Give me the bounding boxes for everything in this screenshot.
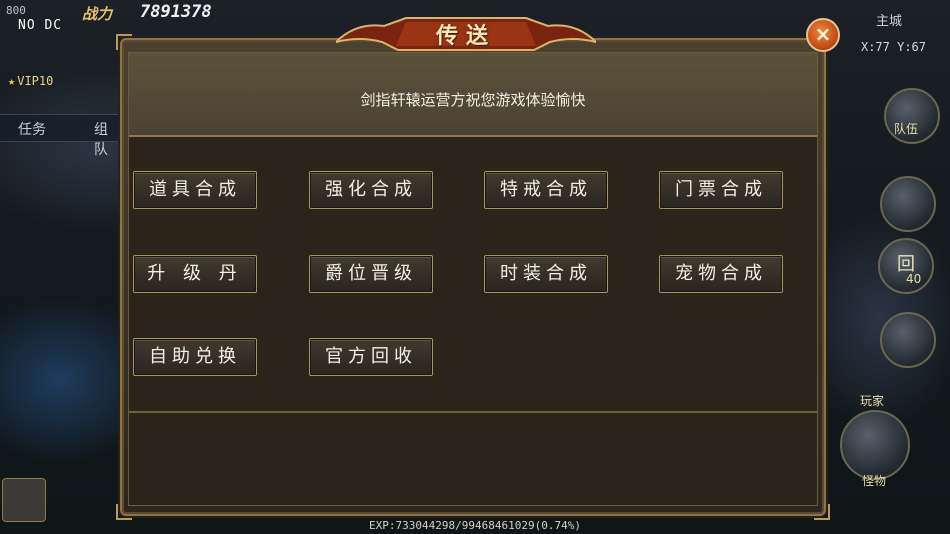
return-count: 40: [906, 272, 922, 286]
frame-corner: [814, 504, 830, 520]
quest-tab-bar: 任务 组队: [0, 114, 118, 158]
title-promotion-button[interactable]: 爵位晋级: [309, 255, 433, 293]
team-label: 队伍: [894, 122, 919, 136]
power-label: 战力: [82, 5, 113, 23]
top-counter: 800: [6, 4, 26, 17]
main-attack-button[interactable]: [840, 410, 910, 480]
teleport-dialog: 剑指轩辕运营方祝您游戏体验愉快 道具合成 强化合成 特戒合成 门票合成 升 级 …: [112, 16, 840, 526]
close-button[interactable]: ×: [806, 18, 840, 52]
connection-status: NO DC: [18, 18, 63, 33]
star-icon: ★: [8, 74, 16, 88]
special-ring-synthesis-button[interactable]: 特戒合成: [484, 171, 608, 209]
zone-name: 主城: [875, 14, 902, 29]
dialog-body: 剑指轩辕运营方祝您游戏体验愉快 道具合成 强化合成 特戒合成 门票合成 升 级 …: [128, 52, 818, 506]
level-pill-button[interactable]: 升 级 丹: [133, 255, 257, 293]
attack-skill-button[interactable]: [880, 312, 936, 368]
frame-corner: [116, 504, 132, 520]
divider: [129, 411, 817, 413]
play-label[interactable]: 玩家: [860, 392, 884, 409]
enhance-synthesis-button[interactable]: 强化合成: [309, 171, 433, 209]
chat-icon[interactable]: [2, 478, 46, 522]
item-synthesis-button[interactable]: 道具合成: [133, 171, 257, 209]
dialog-frame: 剑指轩辕运营方祝您游戏体验愉快 道具合成 强化合成 特戒合成 门票合成 升 级 …: [116, 34, 830, 520]
monster-label[interactable]: 怪物: [862, 472, 886, 489]
skill-button[interactable]: [880, 176, 936, 232]
vip-badge[interactable]: ★ VIP10: [8, 74, 53, 88]
ticket-synthesis-button[interactable]: 门票合成: [659, 171, 783, 209]
banner-text: 剑指轩辕运营方祝您游戏体验愉快: [360, 91, 586, 109]
vip-label: VIP10: [17, 74, 54, 88]
welcome-banner: 剑指轩辕运营方祝您游戏体验愉快: [129, 53, 817, 137]
dialog-title: 传送: [435, 24, 496, 49]
coordinates: X:77 Y:67: [860, 40, 926, 54]
self-exchange-button[interactable]: 自助兑换: [133, 338, 257, 376]
costume-synthesis-button[interactable]: 时装合成: [484, 255, 608, 293]
title-plate-text: 传送: [336, 16, 596, 52]
official-recycle-button[interactable]: 官方回收: [309, 338, 433, 376]
frame-corner: [116, 34, 132, 50]
tab-task[interactable]: 任务: [18, 119, 46, 139]
pet-synthesis-button[interactable]: 宠物合成: [659, 255, 783, 293]
